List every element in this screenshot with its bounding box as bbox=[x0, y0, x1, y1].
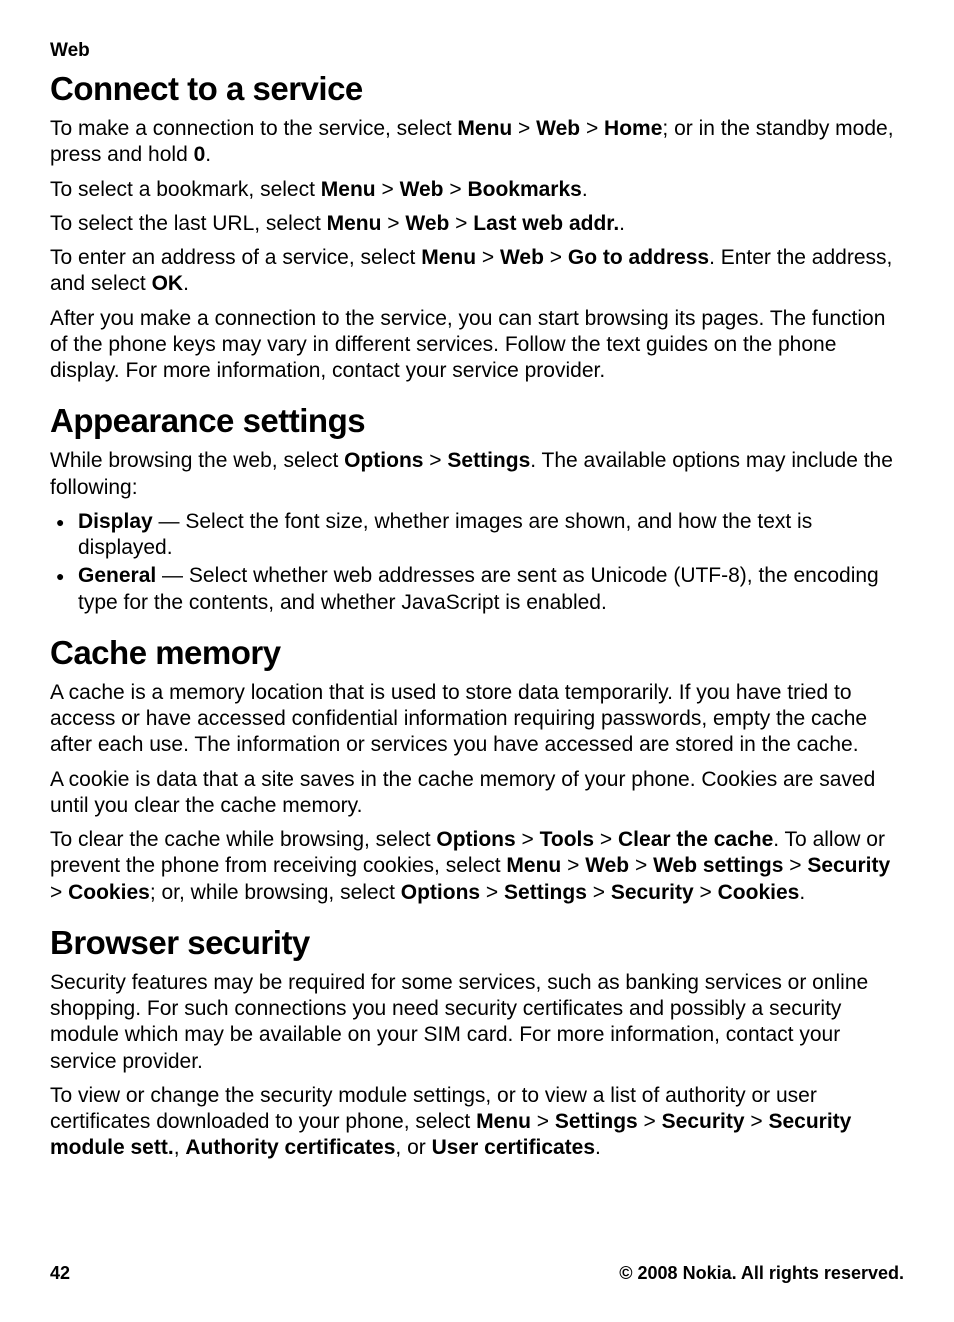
text: . bbox=[595, 1136, 601, 1159]
menu-path: Web bbox=[500, 246, 544, 269]
sep: > bbox=[449, 212, 473, 235]
text: . bbox=[799, 881, 805, 904]
text: . bbox=[582, 178, 588, 201]
menu-path: Security bbox=[807, 854, 890, 877]
sep: > bbox=[376, 178, 400, 201]
menu-path: Last web addr. bbox=[473, 212, 619, 235]
sep: > bbox=[783, 854, 807, 877]
sep: > bbox=[587, 881, 611, 904]
text: , or bbox=[395, 1136, 431, 1159]
sep: > bbox=[580, 117, 604, 140]
appearance-p1: While browsing the web, select Options >… bbox=[50, 448, 904, 501]
menu-path: Menu bbox=[421, 246, 476, 269]
sep: > bbox=[50, 881, 68, 904]
text: — Select whether web addresses are sent … bbox=[78, 564, 879, 613]
cache-p1: A cache is a memory location that is use… bbox=[50, 680, 904, 759]
text: . bbox=[205, 143, 211, 166]
sep: > bbox=[476, 246, 500, 269]
menu-path: Security bbox=[662, 1110, 745, 1133]
heading-security: Browser security bbox=[50, 924, 904, 962]
option-name: General bbox=[78, 564, 156, 587]
text: — Select the font size, whether images a… bbox=[78, 510, 812, 559]
menu-path: Settings bbox=[447, 449, 530, 472]
list-item: General — Select whether web addresses a… bbox=[50, 563, 904, 616]
key: 0 bbox=[194, 143, 206, 166]
text: ; or, while browsing, select bbox=[150, 881, 401, 904]
connect-p4: To enter an address of a service, select… bbox=[50, 245, 904, 298]
list-item: Display — Select the font size, whether … bbox=[50, 509, 904, 562]
connect-p3: To select the last URL, select Menu > We… bbox=[50, 211, 904, 237]
menu-path: User certificates bbox=[432, 1136, 595, 1159]
menu-path: Tools bbox=[540, 828, 594, 851]
menu-path: Web settings bbox=[653, 854, 783, 877]
cache-p3: To clear the cache while browsing, selec… bbox=[50, 827, 904, 906]
menu-path: Home bbox=[604, 117, 662, 140]
menu-path: Cookies bbox=[68, 881, 150, 904]
menu-path: Web bbox=[585, 854, 629, 877]
menu-path: Bookmarks bbox=[467, 178, 581, 201]
sep: > bbox=[480, 881, 504, 904]
sep: > bbox=[629, 854, 653, 877]
menu-path: Options bbox=[344, 449, 423, 472]
menu-path: Web bbox=[405, 212, 449, 235]
connect-p1: To make a connection to the service, sel… bbox=[50, 116, 904, 169]
connect-p2: To select a bookmark, select Menu > Web … bbox=[50, 177, 904, 203]
menu-path: Options bbox=[401, 881, 480, 904]
page-header: Web bbox=[50, 40, 904, 62]
text: To select the last URL, select bbox=[50, 212, 327, 235]
menu-path: Menu bbox=[476, 1110, 531, 1133]
text: To clear the cache while browsing, selec… bbox=[50, 828, 436, 851]
menu-path: Go to address bbox=[568, 246, 709, 269]
menu-path: Menu bbox=[506, 854, 561, 877]
sep: > bbox=[594, 828, 618, 851]
text: . bbox=[183, 272, 189, 295]
heading-connect: Connect to a service bbox=[50, 70, 904, 108]
menu-path: Web bbox=[400, 178, 444, 201]
menu-path: Settings bbox=[555, 1110, 638, 1133]
page-number: 42 bbox=[50, 1263, 70, 1284]
sep: > bbox=[423, 449, 447, 472]
sep: > bbox=[531, 1110, 555, 1133]
text: . bbox=[619, 212, 625, 235]
sep: > bbox=[694, 881, 718, 904]
text: While browsing the web, select bbox=[50, 449, 344, 472]
menu-path: Cookies bbox=[718, 881, 800, 904]
security-p2: To view or change the security module se… bbox=[50, 1083, 904, 1162]
sep: > bbox=[512, 117, 536, 140]
copyright: © 2008 Nokia. All rights reserved. bbox=[619, 1263, 904, 1284]
menu-path: Authority certificates bbox=[185, 1136, 395, 1159]
sep: > bbox=[638, 1110, 662, 1133]
menu-path: Clear the cache bbox=[618, 828, 773, 851]
menu-path: Security bbox=[611, 881, 694, 904]
sep: > bbox=[745, 1110, 769, 1133]
menu-path: Web bbox=[536, 117, 580, 140]
menu-path: Menu bbox=[321, 178, 376, 201]
sep: > bbox=[381, 212, 405, 235]
menu-path: Settings bbox=[504, 881, 587, 904]
key: OK bbox=[152, 272, 184, 295]
heading-cache: Cache memory bbox=[50, 634, 904, 672]
text: To enter an address of a service, select bbox=[50, 246, 421, 269]
menu-path: Menu bbox=[327, 212, 382, 235]
sep: > bbox=[444, 178, 468, 201]
appearance-list: Display — Select the font size, whether … bbox=[50, 509, 904, 616]
sep: > bbox=[544, 246, 568, 269]
connect-p5: After you make a connection to the servi… bbox=[50, 306, 904, 385]
text: , bbox=[174, 1136, 186, 1159]
sep: > bbox=[516, 828, 540, 851]
text: To make a connection to the service, sel… bbox=[50, 117, 457, 140]
page-footer: 42 © 2008 Nokia. All rights reserved. bbox=[50, 1263, 904, 1284]
security-p1: Security features may be required for so… bbox=[50, 970, 904, 1075]
option-name: Display bbox=[78, 510, 153, 533]
cache-p2: A cookie is data that a site saves in th… bbox=[50, 767, 904, 820]
heading-appearance: Appearance settings bbox=[50, 402, 904, 440]
sep: > bbox=[561, 854, 585, 877]
text: To select a bookmark, select bbox=[50, 178, 321, 201]
menu-path: Options bbox=[436, 828, 515, 851]
menu-path: Menu bbox=[457, 117, 512, 140]
